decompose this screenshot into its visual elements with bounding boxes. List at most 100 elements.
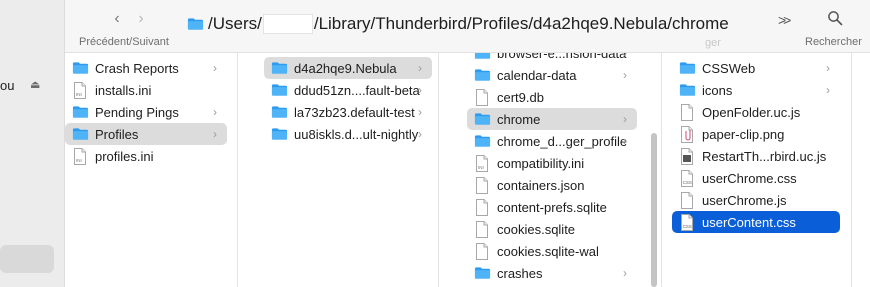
folder-icon [473, 53, 491, 61]
chevron-right-icon: › [623, 266, 627, 280]
folder-row[interactable]: crashes › [467, 262, 637, 284]
document-icon [473, 220, 491, 238]
folder-row[interactable]: CSSWeb › [672, 57, 840, 79]
folder-icon [473, 265, 491, 281]
folder-row[interactable]: chrome_d...ger_profile › [467, 130, 637, 152]
item-name: browser-e...nsion-data [497, 53, 627, 61]
css-file-icon: CSS [678, 213, 696, 231]
file-row[interactable]: cookies.sqlite-wal [467, 240, 637, 262]
folder-row[interactable]: chrome › [467, 108, 637, 130]
item-name: OpenFolder.uc.js [702, 104, 801, 120]
chevron-right-icon: › [213, 61, 217, 75]
svg-text:CSS: CSS [683, 180, 692, 185]
file-row[interactable]: OpenFolder.uc.js [672, 101, 840, 123]
nav-label: Précédent/Suivant [79, 36, 169, 48]
css-file-icon: CSS [678, 169, 696, 187]
file-row[interactable]: CSS userChrome.css [672, 167, 840, 189]
item-name: compatibility.ini [497, 155, 585, 171]
item-name: containers.json [497, 177, 585, 193]
file-row[interactable]: RestartTh...rbird.uc.js [672, 145, 840, 167]
document-icon [473, 198, 491, 216]
ini-file-icon: INI [473, 154, 491, 172]
item-name: Pending Pings [95, 104, 179, 120]
folder-row[interactable]: icons › [672, 79, 840, 101]
folder-icon [473, 111, 491, 127]
chevron-right-icon: › [623, 134, 627, 148]
folder-row[interactable]: d4a2hqe9.Nebula › [264, 57, 432, 79]
document-icon [473, 176, 491, 194]
ini-file-icon: INI [71, 81, 89, 99]
folder-row[interactable]: Crash Reports › [65, 57, 227, 79]
folder-icon [71, 60, 89, 76]
file-row[interactable]: INI compatibility.ini [467, 152, 637, 174]
folder-row[interactable]: la73zb23.default-test › [264, 101, 432, 123]
file-row[interactable]: paper-clip.png [672, 123, 840, 145]
item-name: icons [702, 82, 733, 98]
file-row[interactable]: content-prefs.sqlite [467, 196, 637, 218]
folder-icon [473, 133, 491, 149]
redacted-username [262, 14, 313, 34]
folder-row[interactable]: Profiles › [65, 123, 227, 145]
folder-icon [270, 82, 288, 98]
document-icon [473, 88, 491, 106]
search-icon[interactable] [827, 10, 843, 26]
svg-text:INI: INI [478, 165, 484, 170]
item-name: la73zb23.default-test [294, 104, 415, 120]
folder-icon [270, 126, 288, 142]
chevron-right-icon: › [623, 53, 627, 60]
path-bar: /Users/ /Library/Thunderbird/Profiles/d4… [187, 14, 729, 34]
file-row[interactable]: cookies.sqlite [467, 218, 637, 240]
image-file-icon [678, 125, 696, 143]
chevron-right-icon: › [213, 105, 217, 119]
svg-text:CSS: CSS [683, 224, 692, 229]
folder-icon [270, 60, 288, 76]
path-suffix: /Library/Thunderbird/Profiles/d4a2hqe9.N… [313, 14, 729, 33]
item-name: userChrome.js [702, 192, 787, 208]
file-row[interactable]: INI installs.ini [65, 79, 227, 101]
folder-icon [678, 82, 696, 98]
item-name: cert9.db [497, 89, 544, 105]
folder-icon [270, 104, 288, 120]
search-label: Rechercher [805, 36, 862, 48]
item-name: d4a2hqe9.Nebula [294, 60, 397, 76]
folder-row[interactable]: calendar-data › [467, 64, 637, 86]
forward-icon[interactable]: › [129, 10, 153, 28]
file-row[interactable]: containers.json [467, 174, 637, 196]
item-name: content-prefs.sqlite [497, 199, 607, 215]
sidebar-item-label[interactable]: ou [0, 78, 14, 93]
item-name: paper-clip.png [702, 126, 785, 142]
nav-buttons: ‹ › [105, 10, 153, 28]
item-name: RestartTh...rbird.uc.js [702, 148, 827, 164]
item-name: userChrome.css [702, 170, 797, 186]
back-icon[interactable]: ‹ [105, 10, 129, 28]
file-row[interactable]: userChrome.js [672, 189, 840, 211]
item-name: chrome [497, 111, 541, 127]
folder-row[interactable]: uu8iskls.d...ult-nightly › [264, 123, 432, 145]
svg-text:INI: INI [76, 158, 82, 163]
chevron-right-icon: › [418, 105, 422, 119]
column-1: Crash Reports › INI installs.ini Pending Pin… [65, 53, 238, 287]
path-prefix: /Users/ [208, 14, 262, 33]
file-row[interactable]: INI profiles.ini [65, 145, 227, 167]
more-toolbar-icon[interactable]: >> [778, 12, 791, 28]
toolbar: ‹ › Précédent/Suivant /Users/ /Library/Th… [65, 0, 870, 53]
item-name: ddud51zn....fault-beta [294, 82, 420, 98]
chevron-right-icon: › [826, 61, 830, 75]
item-name: Crash Reports [95, 60, 179, 76]
sidebar: ou ⏏ [0, 0, 65, 287]
folder-icon [187, 18, 204, 30]
folder-row[interactable]: ddud51zn....fault-beta › [264, 79, 432, 101]
folder-icon [71, 104, 89, 120]
item-name: chrome_d...ger_profile [497, 133, 628, 149]
file-row[interactable]: CSS userContent.css [672, 211, 840, 233]
folder-row[interactable]: Pending Pings › [65, 101, 227, 123]
folder-icon [473, 67, 491, 83]
eject-icon[interactable]: ⏏ [30, 78, 40, 91]
sidebar-selected-item[interactable] [0, 245, 54, 273]
folder-row[interactable]: browser-e...nsion-data › [467, 53, 637, 64]
file-row[interactable]: cert9.db [467, 86, 637, 108]
item-name: calendar-data [497, 67, 577, 83]
scrollbar[interactable] [651, 133, 657, 287]
document-icon [678, 191, 696, 209]
chevron-right-icon: › [418, 83, 422, 97]
